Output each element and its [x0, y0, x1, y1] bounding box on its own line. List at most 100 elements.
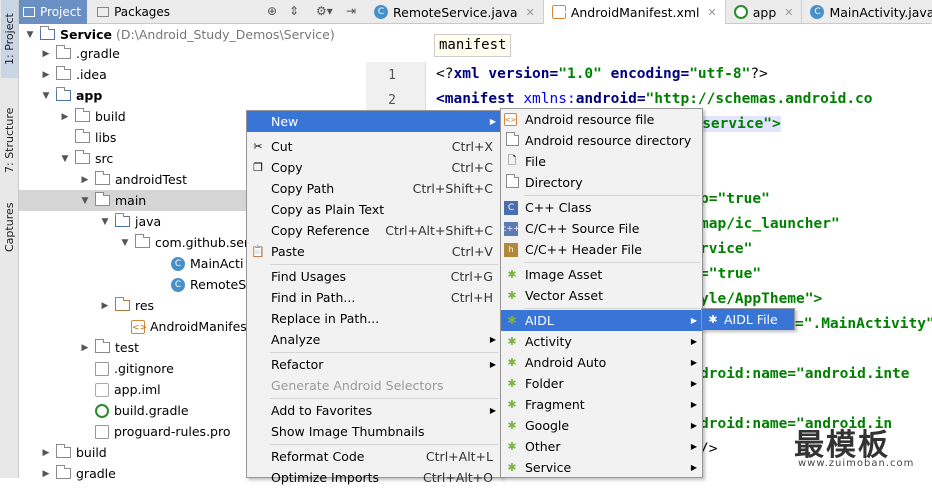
- submenu-item-cpp-class[interactable]: C C++ Class: [501, 197, 702, 218]
- chevron-right-icon[interactable]: ▶: [79, 343, 91, 353]
- chevron-down-icon[interactable]: ▼: [79, 196, 91, 206]
- menu-item-replace-in-path[interactable]: Replace in Path...: [247, 308, 501, 329]
- folder-icon: [75, 150, 90, 164]
- chevron-right-icon[interactable]: ▶: [79, 175, 91, 185]
- submenu-item-vector-asset[interactable]: ✱ Vector Asset: [501, 285, 702, 306]
- side-tab-structure[interactable]: 7: Structure: [1, 90, 18, 190]
- tab-remoteservice[interactable]: C RemoteService.java ✕: [366, 0, 544, 24]
- line-number: 1: [388, 68, 396, 83]
- tree-label: app: [76, 88, 103, 103]
- chevron-right-icon[interactable]: ▶: [40, 70, 52, 80]
- tab-app[interactable]: app ✕: [726, 0, 803, 24]
- code-line-1: <?xml version="1.0" encoding="utf-8"?>: [436, 66, 768, 82]
- android-icon: ✱: [507, 289, 517, 302]
- code-line-7: ="true": [700, 266, 762, 282]
- chevron-right-icon[interactable]: ▶: [99, 301, 111, 311]
- close-icon[interactable]: ✕: [708, 6, 717, 19]
- submenu-item-fragment[interactable]: ✱ Fragment ▶: [501, 394, 702, 415]
- text-file-icon: [95, 424, 109, 439]
- file-icon: 🗋: [507, 154, 517, 167]
- chevron-down-icon[interactable]: ▼: [59, 154, 71, 164]
- menu-item-analyze[interactable]: Analyze ▶: [247, 329, 501, 350]
- menu-item-generate-selectors: Generate Android Selectors: [271, 378, 444, 393]
- menu-separator: [524, 195, 700, 196]
- menu-item-new[interactable]: New ▶: [247, 111, 501, 132]
- watermark-logo: 最模板 www.zuimoban.com: [786, 410, 932, 478]
- collapse-icon[interactable]: ⇕: [289, 4, 299, 18]
- xml-file-icon: <>: [551, 5, 568, 19]
- submenu-item-google[interactable]: ✱ Google ▶: [501, 415, 702, 436]
- chevron-down-icon[interactable]: ▼: [99, 217, 111, 227]
- folder-icon: [504, 174, 520, 191]
- submenu-item-aidl-file[interactable]: ✱ AIDL File: [702, 309, 794, 330]
- android-icon: ✱: [507, 377, 517, 390]
- submenu-item-image-asset[interactable]: ✱ Image Asset: [501, 264, 702, 285]
- submenu-item-cpp-source[interactable]: c++ C/C++ Source File: [501, 218, 702, 239]
- tree-label: .gitignore: [114, 361, 174, 376]
- menu-item-find-in-path[interactable]: Find in Path... Ctrl+H: [247, 287, 501, 308]
- menu-item-add-to-favorites[interactable]: Add to Favorites ▶: [247, 400, 501, 421]
- tree-row-gradle[interactable]: ▶ .gradle: [19, 43, 366, 64]
- menu-item-copy-path[interactable]: Copy Path Ctrl+Shift+C: [247, 178, 501, 199]
- menu-item-show-thumbnails[interactable]: Show Image Thumbnails: [247, 421, 501, 442]
- submenu-item-aidl[interactable]: ✱ AIDL ▶: [501, 310, 702, 331]
- tree-row-root[interactable]: ▼ Service (D:\Android_Study_Demos\Servic…: [19, 24, 366, 45]
- submenu-item-android-resource-file[interactable]: <> Android resource file: [501, 109, 702, 130]
- module-folder-icon: [40, 26, 55, 40]
- menu-separator: [270, 398, 498, 399]
- cpp-class-icon: C: [504, 200, 518, 215]
- submenu-item-folder[interactable]: ✱ Folder ▶: [501, 373, 702, 394]
- chevron-right-icon[interactable]: ▶: [40, 448, 52, 458]
- menu-separator: [270, 352, 498, 353]
- close-icon[interactable]: ✕: [526, 6, 535, 19]
- chevron-down-icon[interactable]: ▼: [40, 91, 52, 101]
- chevron-right-icon: ▶: [489, 335, 496, 344]
- close-icon[interactable]: ✕: [784, 6, 793, 19]
- sync-icon[interactable]: ⊕: [267, 4, 277, 18]
- menu-item-reformat-code[interactable]: Reformat Code Ctrl+Alt+L: [247, 446, 501, 467]
- package-icon: [135, 234, 150, 248]
- tree-label: java: [135, 214, 162, 229]
- source-folder-icon: [115, 213, 130, 227]
- submenu-item-service[interactable]: ✱ Service ▶: [501, 457, 702, 478]
- android-icon: ✱: [507, 398, 517, 411]
- chevron-right-icon[interactable]: ▶: [40, 49, 52, 59]
- tree-label: gradle: [76, 466, 116, 481]
- folder-icon: [504, 132, 520, 149]
- menu-item-find-usages[interactable]: Find Usages Ctrl+G: [247, 266, 501, 287]
- cpp-source-icon: c++: [502, 221, 520, 236]
- menu-item-refactor[interactable]: Refactor ▶: [247, 354, 501, 375]
- chevron-right-icon[interactable]: ▶: [59, 112, 71, 122]
- breadcrumb[interactable]: manifest: [434, 34, 512, 57]
- menu-item-copy-plain-text[interactable]: Copy as Plain Text: [247, 199, 501, 220]
- tab-project[interactable]: Project: [19, 0, 88, 24]
- submenu-item-android-resource-directory[interactable]: Android resource directory: [501, 130, 702, 151]
- submenu-item-android-auto[interactable]: ✱ Android Auto ▶: [501, 352, 702, 373]
- menu-item-copy-reference[interactable]: Copy Reference Ctrl+Alt+Shift+C: [247, 220, 501, 241]
- menu-item-copy[interactable]: ❐ Copy Ctrl+C: [247, 157, 501, 178]
- tab-packages[interactable]: Packages: [93, 0, 176, 24]
- tab-mainactivity[interactable]: CMainActivity.java✕: [802, 0, 932, 24]
- chevron-right-icon[interactable]: ▶: [40, 469, 52, 479]
- menu-separator: [270, 444, 498, 445]
- side-tab-project[interactable]: 1: Project: [1, 0, 18, 78]
- submenu-item-other[interactable]: ✱ Other ▶: [501, 436, 702, 457]
- side-tab-captures[interactable]: Captures: [1, 192, 18, 262]
- submenu-item-cpp-header[interactable]: h C/C++ Header File: [501, 239, 702, 260]
- tree-root-path: (D:\Android_Study_Demos\Service): [115, 27, 335, 42]
- tree-row-idea[interactable]: ▶ .idea: [19, 64, 366, 85]
- submenu-item-file[interactable]: 🗋 File: [501, 151, 702, 172]
- submenu-item-directory[interactable]: Directory: [501, 172, 702, 193]
- chevron-down-icon[interactable]: ▼: [119, 238, 131, 248]
- copy-icon: ❐: [253, 161, 263, 174]
- tree-row-app[interactable]: ▼ app: [19, 85, 366, 106]
- hide-icon[interactable]: ⇥: [346, 4, 356, 18]
- submenu-item-activity[interactable]: ✱ Activity ▶: [501, 331, 702, 352]
- tab-androidmanifest[interactable]: <> AndroidManifest.xml ✕: [543, 0, 726, 24]
- tab-packages-label: Packages: [114, 4, 171, 19]
- menu-item-paste[interactable]: 📋 Paste Ctrl+V: [247, 241, 501, 262]
- menu-item-cut[interactable]: ✂ Cut Ctrl+X: [247, 136, 501, 157]
- settings-icon[interactable]: ⚙▾: [316, 4, 333, 18]
- chevron-down-icon[interactable]: ▼: [24, 30, 36, 40]
- project-folder-icon: [23, 6, 35, 17]
